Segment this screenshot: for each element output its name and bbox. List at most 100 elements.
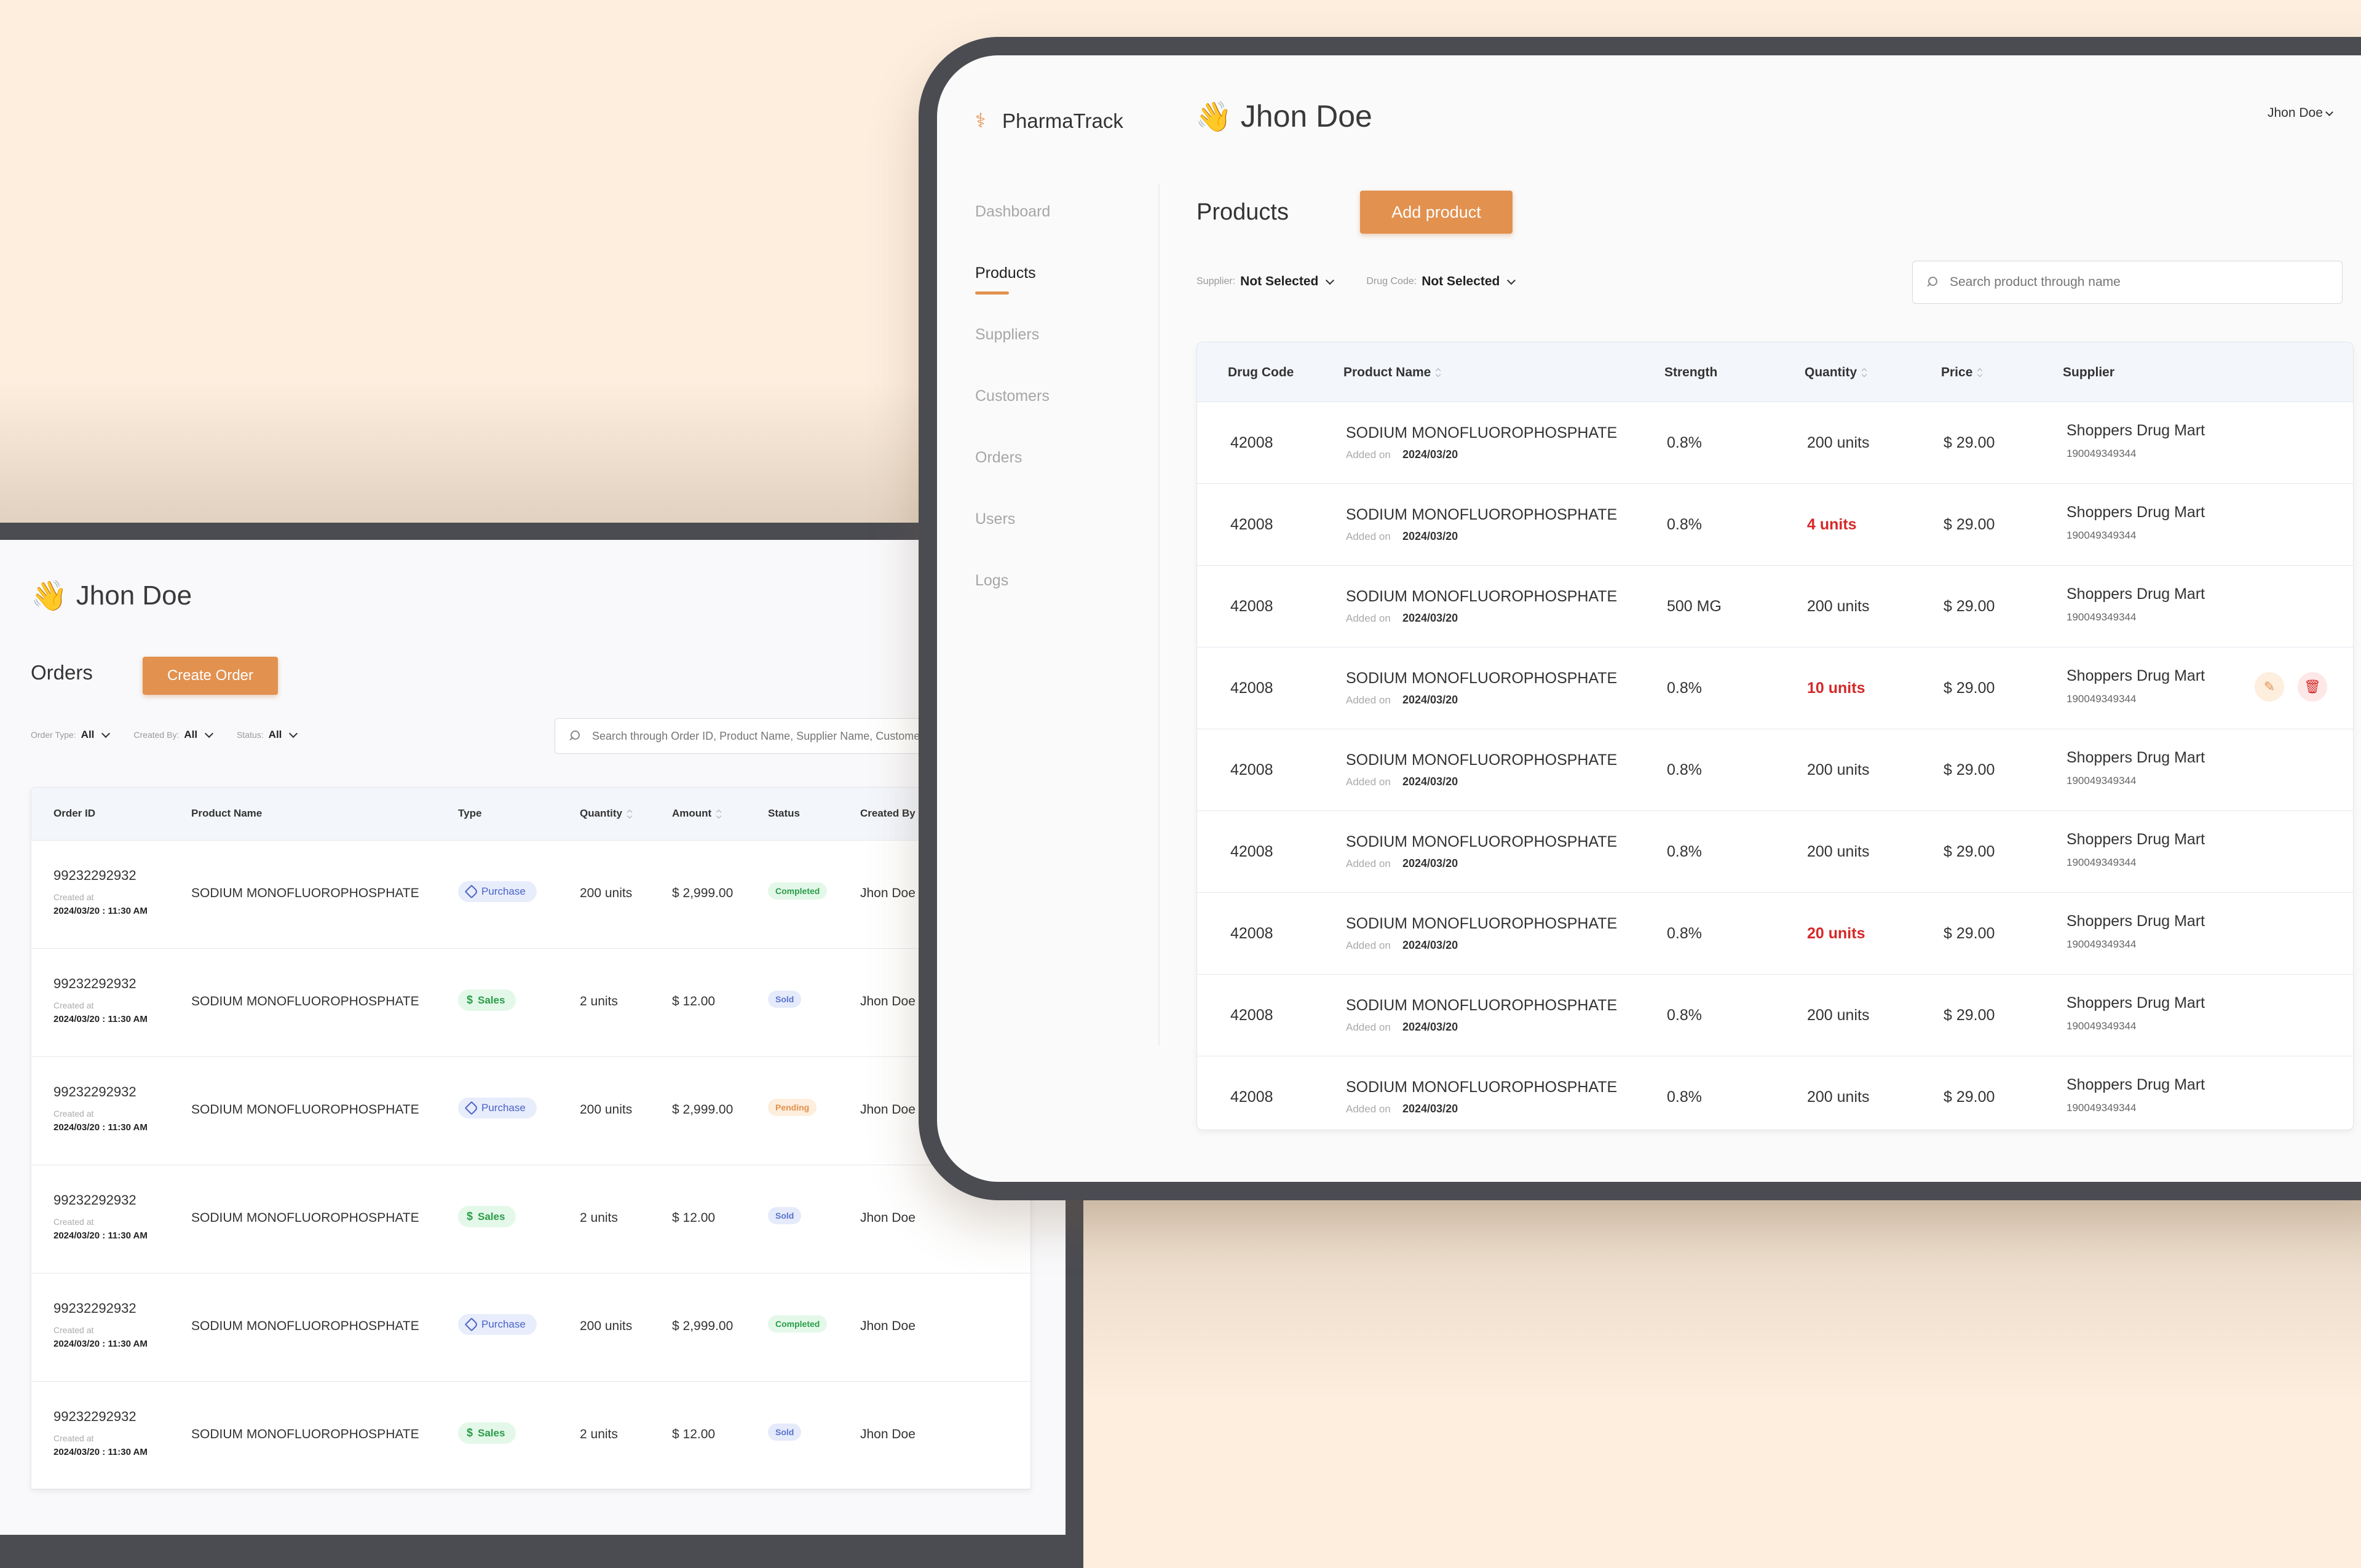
supplier-id: 190049349344	[2066, 857, 2137, 868]
table-row[interactable]: 99232292932 Created at 2024/03/20 : 11:30 …	[31, 1382, 1030, 1490]
column-price[interactable]: Price	[1941, 365, 1982, 380]
column-product-name[interactable]: Product Name	[1343, 365, 1441, 380]
drug-code: 42008	[1230, 516, 1273, 533]
supplier-id: 190049349344	[2066, 1020, 2137, 1032]
product-name: SODIUM MONOFLUOROPHOSPHATE	[191, 994, 419, 1008]
table-row[interactable]: 42008 SODIUM MONOFLUOROPHOSPHATE Added on 2…	[1197, 1056, 2353, 1130]
table-row[interactable]: 99232292932 Created at 2024/03/20 : 11:30 …	[31, 1165, 1030, 1273]
supplier-name: Shoppers Drug Mart	[2066, 585, 2205, 603]
quantity: 200 units	[580, 886, 633, 900]
status-badge: Completed	[768, 1315, 828, 1332]
create-order-button[interactable]: Create Order	[143, 657, 278, 695]
supplier-name: Shoppers Drug Mart	[2066, 831, 2205, 848]
filter-created-by[interactable]: Created By: All	[133, 729, 215, 741]
table-row[interactable]: 42008 SODIUM MONOFLUOROPHOSPHATE Added on 2…	[1197, 811, 2353, 893]
sort-icon[interactable]	[627, 809, 632, 819]
created-at-label: Created at	[53, 1000, 94, 1010]
drug-code: 42008	[1230, 1007, 1273, 1024]
supplier-name: Shoppers Drug Mart	[2066, 1076, 2205, 1093]
column-type: Type	[458, 807, 482, 819]
sort-icon[interactable]	[1977, 368, 1982, 378]
filter-status[interactable]: Status: All	[237, 729, 299, 741]
table-row[interactable]: 99232292932 Created at 2024/03/20 : 11:30 …	[31, 841, 1030, 949]
app-name: PharmaTrack	[1002, 109, 1123, 132]
filter-value: Not Selected	[1240, 274, 1319, 288]
sidebar-item-orders[interactable]: Orders	[975, 449, 1050, 510]
products-filters: Supplier: Not Selected Drug Code: Not Se…	[1196, 274, 1517, 289]
waving-hand-icon: 👋	[31, 580, 68, 612]
sidebar-item-users[interactable]: Users	[975, 510, 1050, 572]
chevron-down-icon	[289, 729, 298, 738]
app-logo[interactable]: PharmaTrack	[975, 109, 1123, 133]
search-icon	[569, 731, 580, 742]
product-name: SODIUM MONOFLUOROPHOSPHATE	[1346, 915, 1618, 932]
created-by: Jhon Doe	[860, 1103, 916, 1117]
supplier-name: Shoppers Drug Mart	[2066, 913, 2205, 930]
filter-drug-code[interactable]: Drug Code: Not Selected	[1366, 274, 1517, 289]
status-badge: Sold	[768, 1207, 802, 1224]
table-row[interactable]: 42008 SODIUM MONOFLUOROPHOSPHATE Added on 2…	[1197, 484, 2353, 566]
supplier-name: Shoppers Drug Mart	[2066, 749, 2205, 766]
table-row[interactable]: 42008 SODIUM MONOFLUOROPHOSPHATE Added on 2…	[1197, 729, 2353, 811]
product-name: SODIUM MONOFLUOROPHOSPHATE	[191, 1427, 419, 1441]
add-product-button[interactable]: Add product	[1360, 191, 1513, 234]
filter-supplier[interactable]: Supplier: Not Selected	[1196, 274, 1335, 289]
sidebar-item-dashboard[interactable]: Dashboard	[975, 203, 1050, 264]
orders-table: Order ID Product Name Type Quantity Amou…	[31, 787, 1031, 1490]
table-row[interactable]: 42008 SODIUM MONOFLUOROPHOSPHATE Added on 2…	[1197, 975, 2353, 1056]
sidebar-item-customers[interactable]: Customers	[975, 387, 1050, 449]
column-quantity[interactable]: Quantity	[580, 807, 632, 820]
type-pill: $ Sales	[458, 1422, 516, 1444]
table-row[interactable]: 99232292932 Created at 2024/03/20 : 11:30 …	[31, 1057, 1030, 1165]
created-by: Jhon Doe	[860, 886, 916, 900]
type-label: Sales	[478, 1210, 505, 1222]
added-on-label: Added on	[1346, 1021, 1391, 1033]
trash-icon[interactable]: 🗑	[2298, 672, 2327, 702]
strength: 500 MG	[1667, 598, 1722, 615]
created-by: Jhon Doe	[860, 1427, 916, 1441]
table-row[interactable]: 42008 SODIUM MONOFLUOROPHOSPHATE Added on 2…	[1197, 566, 2353, 647]
sidebar-item-logs[interactable]: Logs	[975, 572, 1050, 633]
quantity: 200 units	[1807, 761, 1870, 778]
table-row[interactable]: 42008 SODIUM MONOFLUOROPHOSPHATE Added on 2…	[1197, 647, 2353, 729]
drug-code: 42008	[1230, 679, 1273, 697]
type-label: Sales	[478, 1427, 505, 1439]
sidebar-nav: Dashboard Products Suppliers Customers O…	[975, 203, 1050, 633]
product-name: SODIUM MONOFLUOROPHOSPHATE	[1346, 506, 1618, 523]
drug-code: 42008	[1230, 843, 1273, 860]
column-label: Price	[1941, 365, 1973, 379]
column-quantity[interactable]: Quantity	[1805, 365, 1867, 380]
column-product-name: Product Name	[191, 807, 263, 819]
table-row[interactable]: 42008 SODIUM MONOFLUOROPHOSPHATE Added on 2…	[1197, 402, 2353, 484]
table-row[interactable]: 99232292932 Created at 2024/03/20 : 11:30 …	[31, 949, 1030, 1057]
products-table-header: Drug Code Product Name Strength Quantity…	[1197, 343, 2353, 402]
type-badge: $ Sales	[458, 989, 516, 1011]
pencil-icon[interactable]: ✎	[2255, 672, 2284, 702]
product-name: SODIUM MONOFLUOROPHOSPHATE	[191, 1211, 419, 1225]
column-amount[interactable]: Amount	[672, 807, 721, 820]
user-menu[interactable]: Jhon Doe	[2268, 106, 2335, 121]
products-search-input[interactable]	[1948, 274, 2342, 290]
type-pill: $ Sales	[458, 1206, 516, 1227]
quantity: 4 units	[1807, 516, 1857, 533]
sort-icon[interactable]	[716, 809, 721, 819]
table-row[interactable]: 99232292932 Created at 2024/03/20 : 11:30 …	[31, 1273, 1030, 1382]
created-at-label: Created at	[53, 1217, 94, 1227]
added-on-label: Added on	[1346, 449, 1391, 461]
sort-icon[interactable]	[1436, 368, 1441, 378]
amount: $ 12.00	[672, 1211, 716, 1225]
sidebar-item-products[interactable]: Products	[975, 264, 1050, 326]
sidebar-item-suppliers[interactable]: Suppliers	[975, 326, 1050, 387]
table-row[interactable]: 42008 SODIUM MONOFLUOROPHOSPHATE Added on 2…	[1197, 893, 2353, 975]
filter-order-type[interactable]: Order Type: All	[31, 729, 111, 741]
column-label: Amount	[672, 807, 712, 819]
product-name: SODIUM MONOFLUOROPHOSPHATE	[1346, 833, 1618, 850]
dollar-icon: $	[467, 1210, 473, 1222]
created-at: 2024/03/20 : 11:30 AM	[53, 906, 148, 916]
added-on-date: 2024/03/20	[1402, 612, 1458, 624]
sort-icon[interactable]	[1862, 368, 1867, 378]
orders-filters: Order Type: All Created By: All Status: …	[31, 729, 299, 741]
supplier-id: 190049349344	[2066, 448, 2137, 459]
drug-code: 42008	[1230, 925, 1273, 942]
type-label: Purchase	[481, 885, 526, 897]
